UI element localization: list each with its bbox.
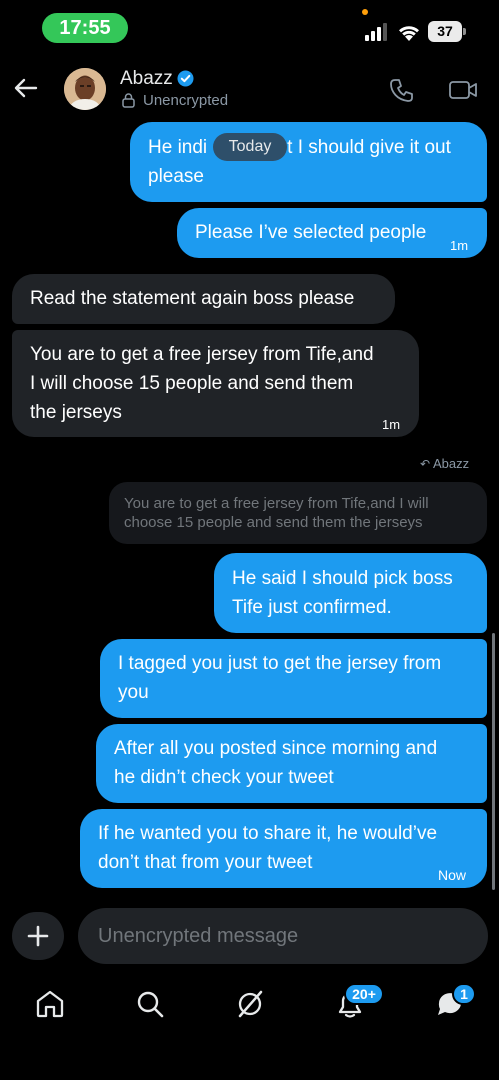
plus-icon [27,925,49,947]
message-text: I will choose 15 people and send them [30,373,354,394]
privacy-indicator-dot [362,9,368,15]
message-text: you [118,682,149,703]
quoted-text: You are to get a free jersey from Tife,a… [124,495,429,512]
add-attachment-button[interactable] [12,912,64,960]
message-timestamp: 1m [382,417,401,432]
message-text: He said I should pick boss [232,568,453,589]
reply-arrow-icon: ↶ [420,457,431,471]
avatar[interactable] [64,68,106,110]
battery-icon: 37 [428,21,466,42]
message-bubble-sent[interactable]: If he wanted you to share it, he would’v… [80,809,487,888]
status-bar: 17:55 37 [0,0,499,56]
quoted-message[interactable]: You are to get a free jersey from Tife,a… [109,482,487,544]
search-icon[interactable] [134,988,166,1020]
avatar-image [64,68,106,110]
message-text: he didn’t check your tweet [114,767,334,788]
status-time: 17:55 [42,13,128,43]
reply-to-label: ↶ Abazz [420,456,469,471]
back-arrow-icon[interactable] [12,74,40,102]
verified-badge-icon [177,70,194,87]
phone-call-icon[interactable] [388,76,416,104]
message-text: I tagged you just to get the jersey from [118,653,442,674]
message-bubble-sent[interactable]: He indi t I should give it out please [130,122,487,202]
conversation-header: Abazz Unencrypted [0,56,499,122]
reply-to-name: Abazz [432,456,470,471]
messages-badge: 1 [452,983,476,1005]
message-text: don’t that from your tweet [98,852,313,873]
cellular-signal-icon [365,23,387,41]
message-text: He indi [148,137,208,158]
message-text: After all you posted since morning and [114,738,438,759]
home-icon[interactable] [34,988,66,1020]
message-bubble-received[interactable]: Read the statement again boss please [12,274,395,324]
message-bubble-sent[interactable]: I tagged you just to get the jersey from… [100,639,487,718]
quoted-text: choose 15 people and send them the jerse… [124,514,423,531]
battery-level: 37 [428,21,462,42]
date-separator-chip: Today [213,133,287,161]
message-timestamp: 1m [450,238,469,253]
message-text: the jerseys [30,402,122,423]
notifications-badge: 20+ [344,983,384,1005]
message-text: You are to get a free jersey from Tife,a… [30,344,374,365]
video-call-icon[interactable] [448,76,478,104]
message-bubble-sent[interactable]: Please I’ve selected people 1m [177,208,487,258]
message-bubble-sent[interactable]: He said I should pick boss Tife just con… [214,553,487,633]
message-text: Please I’ve selected people [195,222,427,243]
message-text: Read the statement again boss please [30,288,355,309]
wifi-icon [399,26,419,41]
message-text: Tife just confirmed. [232,597,392,618]
scrollbar[interactable] [492,633,495,890]
message-text: please [148,166,204,187]
message-bubble-received[interactable]: You are to get a free jersey from Tife,a… [12,330,419,437]
grok-icon[interactable] [234,988,266,1020]
message-text: If he wanted you to share it, he would’v… [98,823,438,844]
bottom-navigation: 20+ 1 [0,980,499,1040]
message-text: t I should give it out [287,137,451,158]
message-timestamp: Now [438,867,467,883]
lock-icon [122,93,135,108]
message-bubble-sent[interactable]: After all you posted since morning and h… [96,724,487,803]
message-input[interactable] [78,908,488,964]
contact-name[interactable]: Abazz [120,68,173,90]
encryption-status: Unencrypted [143,92,229,109]
